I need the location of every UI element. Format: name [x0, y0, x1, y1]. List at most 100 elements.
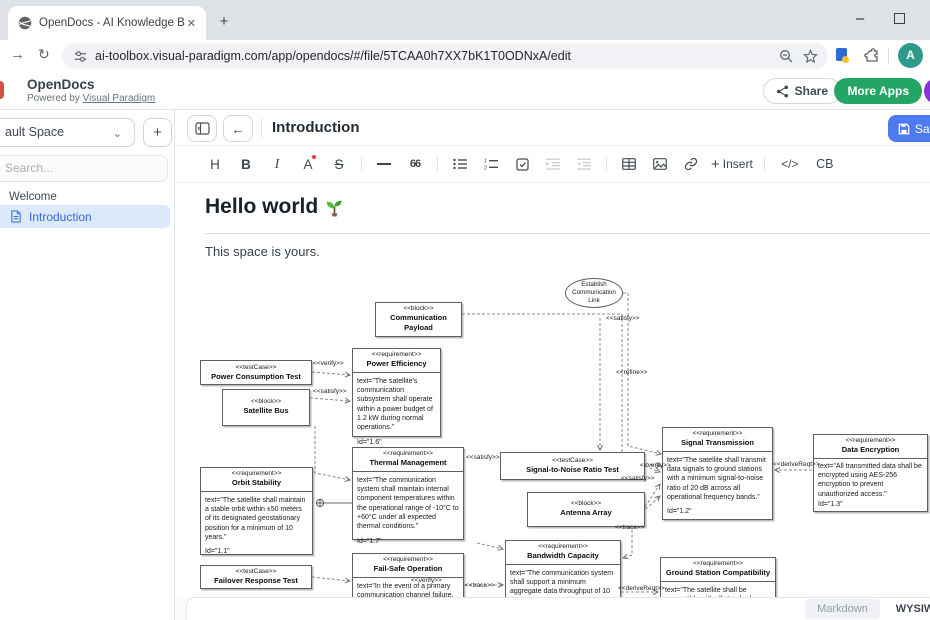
- requirement-name: Data Encryption: [815, 445, 926, 455]
- tab-markdown[interactable]: Markdown: [805, 599, 880, 619]
- save-floppy-icon: [898, 123, 910, 135]
- font-color-button[interactable]: A: [295, 152, 321, 176]
- bullet-list-icon: [453, 158, 467, 170]
- save-label: Save: [915, 122, 930, 136]
- heading-button[interactable]: H: [202, 152, 228, 176]
- url-text[interactable]: ai-toolbox.visual-paradigm.com/app/opend…: [95, 49, 769, 63]
- connector-label-verify: <<verify>>: [313, 360, 344, 367]
- requirement-id: Id="1.6": [357, 438, 436, 447]
- task-list-button[interactable]: [509, 152, 535, 176]
- stereotype: <<block>>: [377, 305, 460, 313]
- space-selector[interactable]: ault Space ⌄: [0, 118, 135, 147]
- indent-button[interactable]: [540, 152, 566, 176]
- table-button[interactable]: [616, 152, 642, 176]
- more-apps-label: More Apps: [847, 84, 909, 98]
- image-icon: [653, 158, 667, 170]
- stereotype: <<testCase>>: [202, 568, 310, 576]
- code-block-button[interactable]: CB: [811, 152, 839, 176]
- sidebar-item-introduction[interactable]: Introduction: [0, 205, 170, 228]
- reload-icon[interactable]: ↻: [38, 46, 50, 63]
- inline-code-button[interactable]: </>: [774, 152, 806, 176]
- document-heading: Hello world: [205, 195, 344, 219]
- insert-button[interactable]: +Insert: [709, 152, 755, 176]
- requirement-text: text="The satellite shall transmit data …: [667, 457, 766, 501]
- toolbar-separator: [606, 156, 607, 172]
- powered-by-prefix: Powered by: [27, 93, 83, 104]
- titlebar-divider: [261, 118, 262, 138]
- forward-icon[interactable]: →: [10, 46, 25, 63]
- account-avatar-clipped[interactable]: [924, 78, 930, 104]
- link-icon: [684, 157, 698, 171]
- requirement-name: Signal Transmission: [664, 438, 771, 448]
- testcase-failover-response-test: <<testCase>>Failover Response Test: [200, 565, 312, 589]
- editor-title-bar: ← Introduction Save: [175, 110, 930, 146]
- outdent-icon: [577, 158, 591, 170]
- requirement-thermal-management: <<requirement>>Thermal Management text="…: [352, 447, 464, 540]
- connector-label-trace: <<trace>>: [465, 582, 495, 589]
- font-color-label: A: [303, 157, 312, 172]
- save-button[interactable]: Save: [888, 115, 930, 142]
- panel-toggle-icon: [195, 122, 210, 135]
- window-maximize-button[interactable]: [894, 13, 905, 24]
- browser-window: OpenDocs - AI Knowledge Base ✕ + – → ↻ a…: [0, 0, 930, 620]
- svg-text:1: 1: [484, 159, 487, 165]
- browser-profile-avatar[interactable]: A: [898, 43, 923, 68]
- site-settings-icon[interactable]: [74, 50, 87, 63]
- extension-doc-icon[interactable]: [834, 47, 850, 69]
- document-icon: [10, 210, 22, 223]
- zoom-icon[interactable]: [779, 49, 793, 63]
- share-button[interactable]: Share: [763, 78, 841, 104]
- toolbar-separator: [361, 156, 362, 172]
- stereotype: <<requirement>>: [507, 543, 619, 551]
- new-tab-button[interactable]: +: [214, 12, 234, 32]
- extensions-puzzle-icon[interactable]: [864, 48, 880, 69]
- requirement-id: Id="1.3": [818, 500, 923, 509]
- stereotype: <<requirement>>: [354, 351, 439, 359]
- toggle-sidebar-button[interactable]: [187, 115, 217, 142]
- blockquote-button[interactable]: 66: [402, 152, 428, 176]
- requirement-signal-transmission: <<requirement>>Signal Transmission text=…: [662, 427, 773, 520]
- outdent-button[interactable]: [571, 152, 597, 176]
- connector-label-trace: <<trace>>: [615, 524, 645, 531]
- toolbar-divider: [888, 48, 889, 64]
- horizontal-rule-button[interactable]: [371, 152, 397, 176]
- editor-footer: Markdown WYSIWYG: [175, 597, 930, 620]
- italic-button[interactable]: I: [264, 152, 290, 176]
- add-space-button[interactable]: +: [143, 118, 172, 147]
- tab-wysiwyg[interactable]: WYSIWYG: [883, 599, 930, 619]
- share-nodes-icon: [776, 85, 789, 98]
- indent-icon: [546, 158, 560, 170]
- image-button[interactable]: [647, 152, 673, 176]
- block-satellite-bus: <<block>>Satellite Bus: [222, 389, 310, 426]
- requirement-data-encryption: <<requirement>>Data Encryption text="All…: [813, 434, 928, 512]
- requirements-diagram[interactable]: Establish Communication Link <<block>>Co…: [175, 268, 930, 597]
- editor-main: ← Introduction Save H B I A S 66 12: [175, 110, 930, 620]
- requirement-text: text="All transmitted data shall be encr…: [818, 463, 922, 498]
- usecase-establish-communication-link: Establish Communication Link: [565, 278, 623, 308]
- window-minimize-button[interactable]: –: [848, 10, 872, 27]
- heading-divider: [205, 233, 930, 234]
- browser-tab[interactable]: OpenDocs - AI Knowledge Base ✕: [8, 6, 206, 40]
- requirement-bandwidth-capacity: <<requirement>>Bandwidth Capacity text="…: [505, 540, 621, 597]
- document-canvas[interactable]: Hello world This space is yours.: [175, 183, 930, 597]
- tab-close-icon[interactable]: ✕: [185, 17, 198, 30]
- formatting-toolbar: H B I A S 66 12 +Insert </> CB: [175, 146, 930, 183]
- back-button[interactable]: ←: [223, 115, 253, 142]
- bold-button[interactable]: B: [233, 152, 259, 176]
- more-apps-button[interactable]: More Apps: [834, 78, 922, 104]
- requirement-text: text="The satellite shall be compatible …: [665, 587, 751, 597]
- bullet-list-button[interactable]: [447, 152, 473, 176]
- block-communication-payload: <<block>>Communication Payload: [375, 302, 462, 337]
- strikethrough-button[interactable]: S: [326, 152, 352, 176]
- requirement-text: text="In the event of a primary communic…: [357, 583, 454, 597]
- search-input[interactable]: Search...: [0, 155, 168, 182]
- bookmark-star-icon[interactable]: [803, 49, 818, 64]
- requirement-text: text="The satellite shall maintain a sta…: [205, 497, 305, 541]
- connector-label-refine: <<refine>>: [616, 369, 647, 376]
- requirement-name: Ground Station Compatibility: [662, 568, 774, 578]
- stereotype: <<requirement>>: [664, 430, 771, 438]
- visual-paradigm-link[interactable]: Visual Paradigm: [83, 93, 156, 104]
- url-omnibox[interactable]: ai-toolbox.visual-paradigm.com/app/opend…: [62, 43, 828, 69]
- numbered-list-button[interactable]: 12: [478, 152, 504, 176]
- link-button[interactable]: [678, 152, 704, 176]
